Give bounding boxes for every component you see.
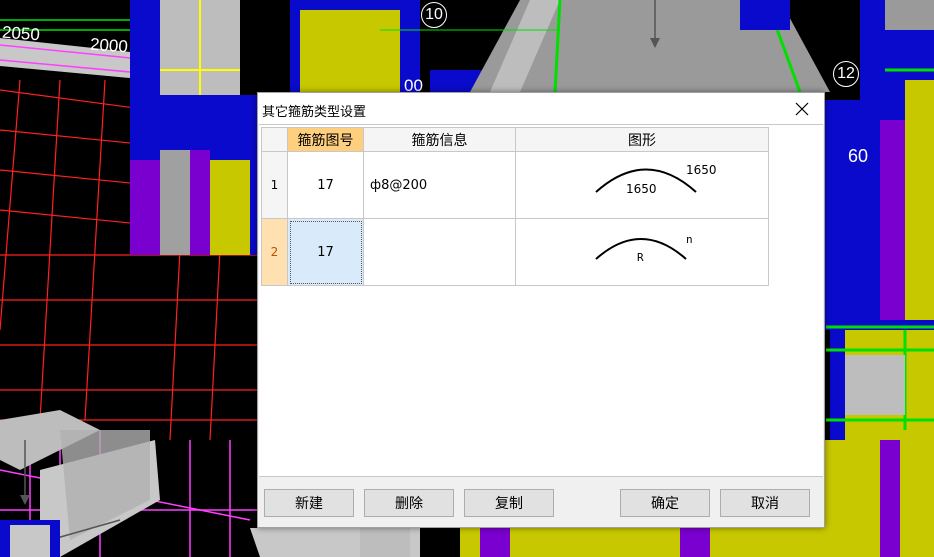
column-header-shape[interactable]: 图形 — [515, 127, 769, 152]
cancel-button[interactable]: 取消 — [720, 489, 810, 517]
dialog-title: 其它箍筋类型设置 — [262, 105, 367, 120]
shape-cell[interactable]: 1650 1650 — [515, 151, 769, 219]
new-button[interactable]: 新建 — [264, 489, 354, 517]
close-icon — [795, 102, 809, 115]
stirrup-type-dialog: 其它箍筋类型设置 箍筋图号 箍筋信息 图形 1 17 ф8@200 1650 1… — [257, 92, 825, 528]
ok-button[interactable]: 确定 — [620, 489, 710, 517]
shape-cell[interactable]: n R — [515, 218, 769, 286]
dialog-titlebar[interactable]: 其它箍筋类型设置 — [258, 93, 824, 124]
info-cell[interactable]: ф8@200 — [363, 151, 516, 219]
corner-header[interactable] — [261, 127, 288, 152]
stirrup-table: 箍筋图号 箍筋信息 图形 1 17 ф8@200 1650 1650 2 17 — [261, 127, 769, 286]
shape-top-label: 1650 — [686, 163, 717, 177]
column-header-info[interactable]: 箍筋信息 — [363, 127, 516, 152]
shape-inner-label: 1650 — [626, 182, 657, 196]
dimension-label-left: 2050 — [1, 22, 41, 45]
table-row[interactable]: 1 17 ф8@200 1650 1650 — [261, 151, 769, 219]
arc-stirrup-shape-icon: n R — [595, 233, 693, 264]
dimension-label-right: 2000 — [89, 34, 129, 57]
close-button[interactable] — [780, 93, 824, 124]
figure-no-cell[interactable]: 17 — [287, 151, 364, 219]
axis-bubble-10: 10 — [421, 2, 447, 28]
table-row[interactable]: 2 17 n R — [261, 218, 769, 286]
info-cell[interactable] — [363, 218, 516, 286]
stirrup-grid-panel[interactable]: 箍筋图号 箍筋信息 图形 1 17 ф8@200 1650 1650 2 17 — [259, 124, 823, 477]
figure-no-cell[interactable]: 17 — [287, 218, 364, 286]
table-header-row: 箍筋图号 箍筋信息 图形 — [261, 127, 769, 152]
row-number[interactable]: 1 — [261, 151, 288, 219]
row-number[interactable]: 2 — [261, 218, 288, 286]
axis-bubble-12: 12 — [833, 61, 859, 87]
shape-top-label: n — [686, 233, 693, 246]
arc-stirrup-shape-icon: 1650 1650 — [595, 163, 717, 196]
delete-button[interactable]: 删除 — [364, 489, 454, 517]
copy-button[interactable]: 复制 — [464, 489, 554, 517]
column-header-figure-no[interactable]: 箍筋图号 — [287, 127, 364, 152]
axis-label-60: 60 — [848, 146, 869, 166]
shape-inner-label: R — [637, 251, 644, 264]
